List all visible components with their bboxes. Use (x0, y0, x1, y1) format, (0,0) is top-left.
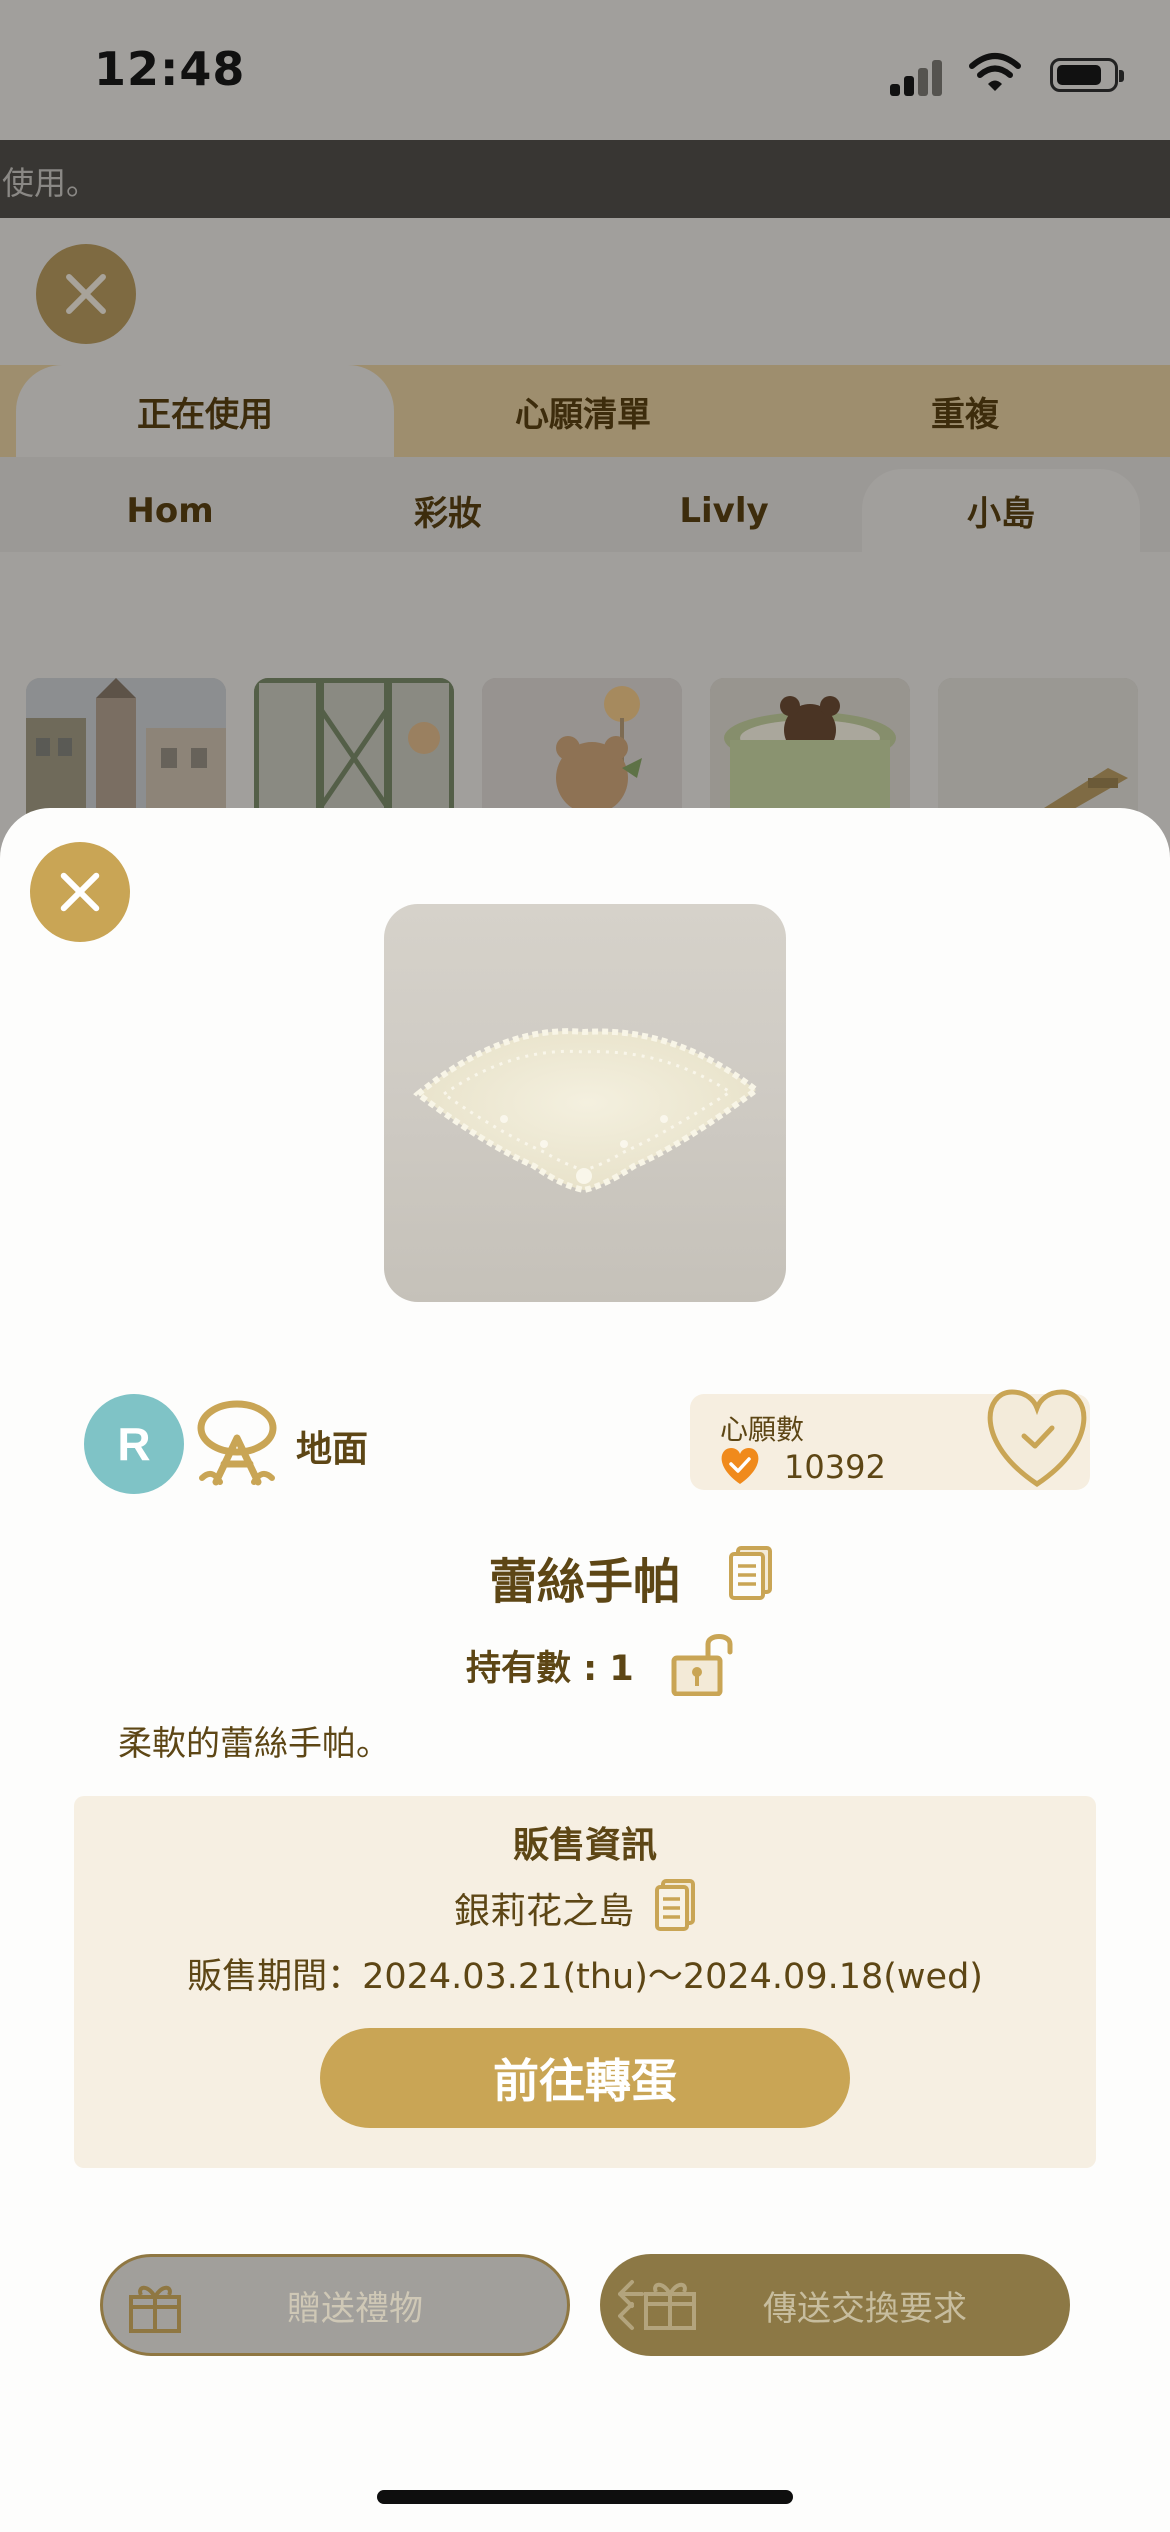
send-trade-request-button[interactable]: 傳送交換要求 (600, 2254, 1070, 2356)
item-thumbnails (26, 678, 1146, 818)
send-gift-button[interactable]: 贈送禮物 (100, 2254, 570, 2356)
tab-home: Hom (126, 490, 214, 531)
status-bar: 12:48 (0, 0, 1170, 140)
send-trade-request-label: 傳送交換要求 (763, 2288, 967, 2329)
notice-bar: 使用。 (0, 140, 1170, 218)
thumbnail-town (26, 678, 226, 818)
lace-handkerchief-image (413, 1028, 761, 1194)
copy-name-icon[interactable] (728, 1544, 774, 1600)
floor-category-icon (197, 1400, 277, 1486)
tab-duplicates: 重複 (931, 394, 999, 435)
tab-makeup: 彩妝 (414, 494, 482, 534)
send-gift-label: 贈送禮物 (287, 2288, 423, 2329)
rarity-badge: R (84, 1394, 184, 1494)
thumbnail-teacup-bear (710, 678, 910, 818)
tab-in-use: 正在使用 (16, 365, 394, 457)
wifi-icon (969, 53, 1021, 91)
wish-count-label: 心願數 (720, 1413, 805, 1446)
background-close-button (36, 244, 136, 344)
secondary-tabs: Hom 彩妝 Livly 小島 (0, 457, 1170, 552)
item-name: 蕾絲手帕 (488, 1554, 681, 1610)
status-icons (888, 52, 1124, 96)
status-time: 12:48 (94, 42, 246, 96)
notice-text: 使用。 (2, 164, 99, 202)
tab-island: 小島 (862, 469, 1140, 552)
item-image (384, 904, 786, 1302)
wish-count-value: 10392 (784, 1448, 886, 1486)
close-button[interactable] (30, 842, 130, 942)
tab-livly: Livly (679, 490, 769, 531)
sale-info-title: 販售資訊 (512, 1825, 657, 1866)
thumbnail-gate (254, 678, 454, 818)
tab-wishlist: 心願清單 (515, 394, 651, 435)
add-to-wishlist-heart-button[interactable] (982, 1386, 1092, 1490)
sale-island-name: 銀莉花之島 (454, 1891, 635, 1932)
heart-check-icon (721, 1448, 759, 1484)
item-description: 柔軟的蕾絲手帕。 (118, 1724, 390, 1764)
category-label: 地面 (296, 1429, 369, 1470)
thumbnail-bench (938, 678, 1138, 818)
sale-info-panel: 販售資訊 銀莉花之島 販售期間：2024.03.21(thu)～2024.09.… (74, 1796, 1096, 2168)
go-to-gacha-button[interactable]: 前往轉蛋 (320, 2028, 850, 2128)
home-indicator[interactable] (377, 2490, 793, 2504)
thumbnail-bear-lollipop (482, 678, 682, 818)
primary-tabs: 正在使用 心願清單 重複 (0, 365, 1170, 457)
sale-period: 販售期間：2024.03.21(thu)～2024.09.18(wed) (187, 1957, 983, 1997)
unlock-icon[interactable] (670, 1630, 738, 1696)
battery-icon (1050, 58, 1124, 92)
item-detail-sheet: R 地面 心願數 10392 蕾絲手帕 持有數 : 1 柔軟的蕾絲手帕。 販售資… (0, 808, 1170, 2532)
copy-island-icon[interactable] (654, 1878, 696, 1932)
owned-count: 持有數 : 1 (466, 1649, 634, 1689)
cellular-signal-icon (888, 52, 948, 96)
